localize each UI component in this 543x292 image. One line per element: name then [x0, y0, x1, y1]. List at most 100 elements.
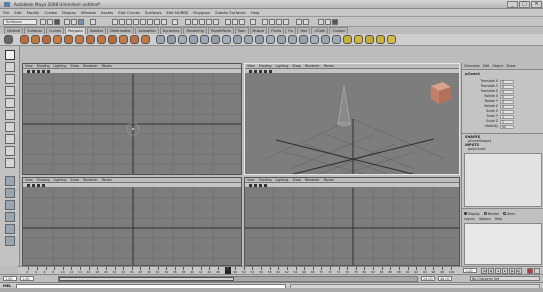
panel-menu-view[interactable]: View [247, 64, 255, 68]
shelf-tab-general[interactable]: General [4, 27, 24, 34]
smooth-shade-icon[interactable] [37, 70, 40, 73]
panel-menu-shading[interactable]: Shading [259, 178, 272, 182]
append-polygon-icon[interactable] [288, 35, 297, 44]
range-bar-handle[interactable] [59, 277, 235, 281]
bevel-icon[interactable] [354, 35, 363, 44]
panel-menu-panels[interactable]: Panels [102, 64, 112, 68]
poly-cone-icon[interactable] [53, 35, 62, 44]
wireframe-icon[interactable] [254, 184, 257, 187]
show-attribute-editor-icon[interactable] [318, 19, 324, 25]
show-tool-settings-icon[interactable] [325, 19, 331, 25]
channel-menu-edit[interactable]: Edit [483, 64, 490, 68]
camera-icon[interactable] [27, 184, 30, 187]
split-polygon-icon[interactable] [299, 35, 308, 44]
panel-menu-shading[interactable]: Shading [37, 64, 50, 68]
panel-menu-lighting[interactable]: Lighting [54, 64, 67, 68]
planar-mapping-icon[interactable] [387, 35, 396, 44]
single-perspective-layout-icon[interactable] [5, 176, 15, 186]
history-icon[interactable] [225, 19, 231, 25]
animation-start-field[interactable]: 1.00 [3, 276, 17, 281]
poly-prism-icon[interactable] [86, 35, 95, 44]
poly-plane-icon[interactable] [64, 35, 73, 44]
poly-sphere-icon[interactable] [20, 35, 29, 44]
lock-selection-icon[interactable] [172, 19, 178, 25]
render-current-frame-icon[interactable] [269, 19, 275, 25]
viewport-persp[interactable]: View Shading Lighting Show Renderer Pane… [244, 63, 460, 175]
panel-menu-show[interactable]: Show [292, 178, 301, 182]
scale-tool-icon[interactable] [5, 110, 15, 120]
four-view-layout-icon[interactable] [5, 188, 15, 198]
textured-icon[interactable] [264, 184, 267, 187]
lights-icon[interactable] [269, 70, 272, 73]
show-channel-box-icon[interactable] [332, 19, 338, 25]
layer-mode-display[interactable]: Display [464, 212, 480, 216]
poly-soccer-ball-icon[interactable] [130, 35, 139, 44]
channel-menu-object[interactable]: Object [492, 64, 503, 68]
attr-value-field[interactable]: 1 [500, 119, 514, 124]
attr-value-field[interactable]: 0 [500, 99, 514, 104]
menu-surfaces[interactable]: Surfaces [145, 10, 161, 15]
snap-point-icon[interactable] [199, 19, 205, 25]
maximize-button[interactable]: □ [519, 1, 530, 8]
shelf-tab-surfaces[interactable]: Surfaces [24, 27, 46, 34]
menu-edit-nurbs[interactable]: Edit NURBS [166, 10, 188, 15]
move-tool-icon[interactable] [5, 86, 15, 96]
input-ops-icon[interactable] [232, 19, 238, 25]
panel-menu-renderer[interactable]: Renderer [305, 178, 320, 182]
menu-edit-curves[interactable]: Edit Curves [118, 10, 140, 15]
minimize-button[interactable]: _ [507, 1, 518, 8]
panel-menu-view[interactable]: View [25, 64, 33, 68]
shelf-tab-polygons[interactable]: Polygons [64, 27, 86, 34]
shelf-tab-toon[interactable]: Toon [234, 27, 249, 34]
attr-value-field[interactable]: 1 [500, 114, 514, 119]
menu-display[interactable]: Display [62, 10, 76, 15]
layer-mode-render[interactable]: Render [483, 212, 499, 216]
soft-modification-icon[interactable] [5, 134, 15, 144]
panel-menu-show[interactable]: Show [70, 178, 79, 182]
shelf-tab-curves[interactable]: Curves [46, 27, 64, 34]
menu-window[interactable]: Window [81, 10, 96, 15]
input-field-icon[interactable] [303, 19, 309, 25]
attr-value-field[interactable]: 0 [500, 89, 514, 94]
snap-grid-icon[interactable] [185, 19, 191, 25]
time-slider[interactable]: 2 4 6 8 10 12 14 16 18 20 22 24 26 28 30 32 34 36 38 40 42 44… [18, 266, 461, 275]
merge-icon[interactable] [365, 35, 374, 44]
reduce-icon[interactable] [255, 35, 264, 44]
shelf-tab-subdivs[interactable]: Subdivs [86, 27, 107, 34]
shelf-tab-muscle[interactable]: Muscle [249, 27, 268, 34]
new-scene-icon[interactable] [40, 19, 46, 25]
shelf-options-icon[interactable] [4, 35, 13, 44]
smooth-icon[interactable] [189, 35, 198, 44]
select-rendering-icon[interactable] [161, 19, 167, 25]
layer-mode-anim[interactable]: Anim [503, 212, 515, 216]
menu-modify[interactable]: Modify [27, 10, 40, 15]
poly-torus-icon[interactable] [75, 35, 84, 44]
menu-help[interactable]: Help [251, 10, 260, 15]
shelf-tab-fluids[interactable]: Fluids [268, 27, 285, 34]
attr-value-field[interactable]: 1 [500, 109, 514, 114]
smooth-shade-icon[interactable] [37, 184, 40, 187]
panel-menu-shading[interactable]: Shading [37, 178, 50, 182]
separate-icon[interactable] [167, 35, 176, 44]
shelf-tab-rendering[interactable]: Rendering [183, 27, 207, 34]
persp-graph-layout-icon[interactable] [5, 212, 15, 222]
mirror-cut-icon[interactable] [244, 35, 253, 44]
character-set-dropdown[interactable]: No Character Set [470, 276, 540, 281]
panel-menu-view[interactable]: View [247, 178, 255, 182]
poly-pyramid-icon[interactable] [97, 35, 106, 44]
panel-menu-show[interactable]: Show [70, 64, 79, 68]
shelf-tab-deformation[interactable]: Deformation [107, 27, 135, 34]
hypershade-layout-icon[interactable] [5, 224, 15, 234]
panel-menu-lighting[interactable]: Lighting [54, 178, 67, 182]
playback-start-field[interactable]: 1.00 [20, 276, 34, 281]
viewport-front[interactable]: View Shading Lighting Show Renderer Pane… [244, 177, 460, 266]
select-object-icon[interactable] [71, 19, 77, 25]
attr-value-field[interactable]: 0 [500, 79, 514, 84]
boolean-union-icon[interactable] [200, 35, 209, 44]
textured-icon[interactable] [42, 184, 45, 187]
camera-icon[interactable] [27, 70, 30, 73]
layer-list[interactable] [464, 223, 542, 265]
shelf-tab-custom[interactable]: Custom [329, 27, 349, 34]
save-scene-icon[interactable] [54, 19, 60, 25]
select-joints-icon[interactable] [126, 19, 132, 25]
